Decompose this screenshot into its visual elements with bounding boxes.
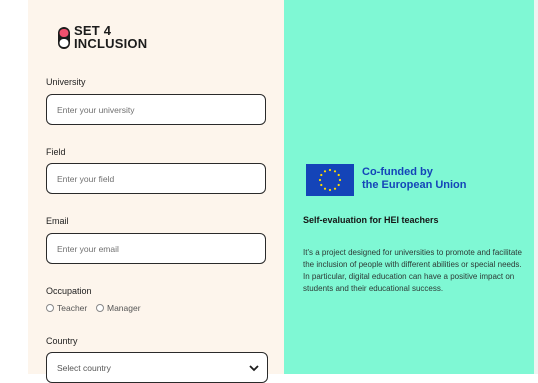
page-margin <box>0 0 28 374</box>
occupation-label: Occupation <box>46 286 92 296</box>
university-label: University <box>46 77 86 87</box>
country-select[interactable]: Select country <box>46 352 268 383</box>
info-heading: Self-evaluation for HEI teachers <box>303 215 439 225</box>
brand-line-2: INCLUSION <box>74 36 148 51</box>
chevron-down-icon <box>249 365 259 372</box>
eu-funding-line-2: the European Union <box>362 179 467 191</box>
set4inclusion-logo-icon <box>58 27 70 49</box>
email-label: Email <box>46 216 69 226</box>
brand-name: SET 4 INCLUSION <box>74 24 147 50</box>
eu-funding-line-1: Co-funded by <box>362 166 433 178</box>
brand-logo: SET 4 INCLUSION <box>57 24 167 52</box>
eu-flag-icon <box>306 164 354 196</box>
field-input[interactable] <box>46 163 266 194</box>
country-label: Country <box>46 336 78 346</box>
email-input[interactable] <box>46 233 266 264</box>
radio-teacher-label: Teacher <box>57 303 88 313</box>
scrollbar[interactable] <box>534 0 538 374</box>
info-description: It's a project designed for universities… <box>303 248 522 293</box>
radio-circle-icon[interactable] <box>96 304 104 312</box>
eu-funding-text: Co-funded by the European Union <box>362 166 467 192</box>
university-input[interactable] <box>46 94 266 125</box>
radio-manager[interactable]: Manager <box>96 303 141 313</box>
field-label: Field <box>46 147 66 157</box>
radio-circle-icon[interactable] <box>46 304 54 312</box>
country-select-value: Select country <box>57 363 111 373</box>
radio-manager-label: Manager <box>107 303 141 313</box>
radio-teacher[interactable]: Teacher <box>46 303 87 313</box>
